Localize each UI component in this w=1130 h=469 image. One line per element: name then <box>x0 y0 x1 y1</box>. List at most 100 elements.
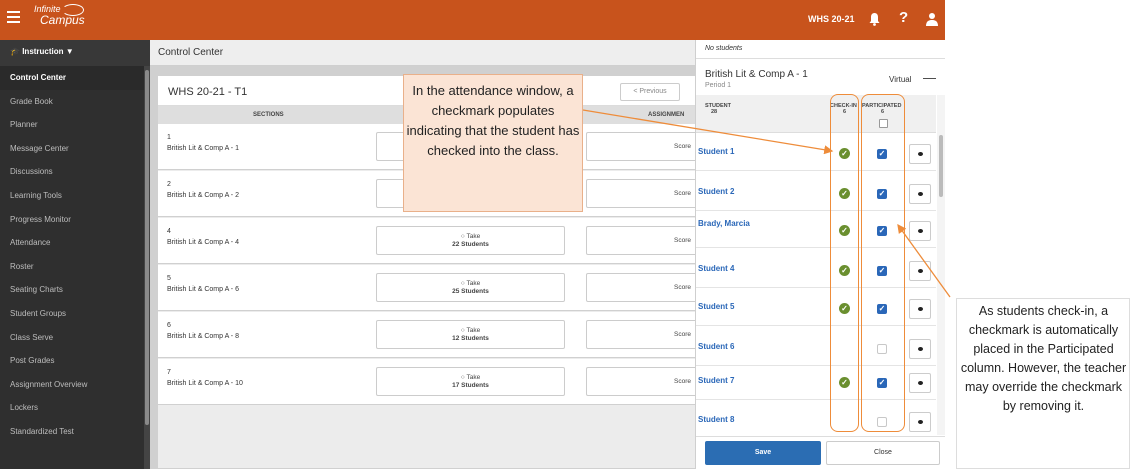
assignment-score-button[interactable]: Score <box>586 179 703 208</box>
take-attendance-button[interactable]: ○ Take 17 Students <box>376 367 565 396</box>
radio-icon: ○ <box>460 280 465 287</box>
save-button[interactable]: Save <box>705 441 821 465</box>
student-count: 17 Students <box>452 382 489 389</box>
sidebar-scroll-thumb[interactable] <box>145 70 149 425</box>
assignment-score-button[interactable]: Score <box>586 226 703 255</box>
student-name-link[interactable]: Student 4 <box>698 264 734 273</box>
section-number: 6 <box>167 322 171 329</box>
sidebar-item-assignment-overview[interactable]: Assignment Overview <box>0 373 150 397</box>
sidebar-item-control-center[interactable]: Control Center <box>0 66 150 90</box>
sidebar-item-student-groups[interactable]: Student Groups <box>0 302 150 326</box>
sidebar-item-message-center[interactable]: Message Center <box>0 137 150 161</box>
section-number: 5 <box>167 275 171 282</box>
sidebar-header-instruction[interactable]: 🎓 Instruction ▼ <box>0 40 150 66</box>
section-row[interactable]: 4 British Lit & Comp A - 4 ○ Take 22 Stu… <box>158 218 703 264</box>
assignment-score-button[interactable]: Score <box>586 320 703 349</box>
comment-icon <box>918 229 923 233</box>
assignment-score-button[interactable]: Score <box>586 132 703 161</box>
section-number: 7 <box>167 369 171 376</box>
logo-line-2: Campus <box>40 13 85 27</box>
sidebar: 🎓 Instruction ▼ Control Center Grade Boo… <box>0 40 150 469</box>
comment-button[interactable] <box>909 144 931 164</box>
comment-button[interactable] <box>909 299 931 319</box>
sidebar-item-post-grades[interactable]: Post Grades <box>0 349 150 373</box>
take-label: ○ Take <box>377 280 564 287</box>
section-name: British Lit & Comp A - 4 <box>167 239 239 246</box>
comment-button[interactable] <box>909 339 931 359</box>
score-label: Score <box>674 237 691 244</box>
comment-icon <box>918 381 923 385</box>
bell-icon[interactable] <box>868 12 881 26</box>
comment-button[interactable] <box>909 373 931 393</box>
section-row[interactable]: 6 British Lit & Comp A - 8 ○ Take 12 Stu… <box>158 312 703 358</box>
caret-down-icon: ▼ <box>65 47 74 56</box>
take-text: Take <box>466 233 481 240</box>
comment-button[interactable] <box>909 412 931 432</box>
student-name-link[interactable]: Student 8 <box>698 415 734 424</box>
sidebar-item-discussions[interactable]: Discussions <box>0 160 150 184</box>
score-label: Score <box>674 378 691 385</box>
comment-button[interactable] <box>909 261 931 281</box>
attendance-scrollbar[interactable] <box>937 95 945 435</box>
attendance-period: Period 1 <box>705 82 732 89</box>
take-attendance-button[interactable]: ○ Take 25 Students <box>376 273 565 302</box>
no-students-label: No students <box>696 40 945 59</box>
take-text: Take <box>466 327 481 334</box>
term-title: WHS 20-21 - T1 <box>168 86 248 98</box>
attendance-mode: Virtual <box>889 75 912 84</box>
comment-button[interactable] <box>909 221 931 241</box>
take-text: Take <box>466 374 481 381</box>
participated-callout: As students check-in, a checkmark is aut… <box>958 302 1129 468</box>
student-name-link[interactable]: Student 1 <box>698 147 734 156</box>
section-name: British Lit & Comp A - 1 <box>167 145 239 152</box>
student-count: 25 Students <box>452 288 489 295</box>
section-row[interactable]: 5 British Lit & Comp A - 6 ○ Take 25 Stu… <box>158 265 703 311</box>
sidebar-item-attendance[interactable]: Attendance <box>0 231 150 255</box>
sidebar-item-progress-monitor[interactable]: Progress Monitor <box>0 208 150 232</box>
take-attendance-button[interactable]: ○ Take 22 Students <box>376 226 565 255</box>
score-label: Score <box>674 284 691 291</box>
school-year-selector[interactable]: WHS 20-21 <box>808 14 855 24</box>
sidebar-item-class-serve[interactable]: Class Serve <box>0 326 150 350</box>
comment-button[interactable] <box>909 184 931 204</box>
screen: Infinite Campus WHS 20-21 ? 🎓 Instructio… <box>0 0 1130 469</box>
participated-column-highlight <box>861 94 905 432</box>
attendance-scroll-thumb[interactable] <box>939 135 943 197</box>
menu-icon[interactable] <box>7 11 20 25</box>
sidebar-item-standardized-test[interactable]: Standardized Test <box>0 420 150 444</box>
sidebar-item-lockers[interactable]: Lockers <box>0 396 150 420</box>
student-total: 28 <box>711 109 718 115</box>
student-count: 12 Students <box>452 335 489 342</box>
top-bar: Infinite Campus WHS 20-21 ? <box>0 0 945 40</box>
sidebar-item-grade-book[interactable]: Grade Book <box>0 90 150 114</box>
student-name-link[interactable]: Student 6 <box>698 342 734 351</box>
section-name: British Lit & Comp A - 10 <box>167 380 243 387</box>
take-attendance-button[interactable]: ○ Take 12 Students <box>376 320 565 349</box>
user-icon[interactable] <box>926 12 938 26</box>
score-label: Score <box>674 331 691 338</box>
close-button[interactable]: Close <box>826 441 940 465</box>
take-label: ○ Take <box>377 327 564 334</box>
sidebar-item-seating-charts[interactable]: Seating Charts <box>0 278 150 302</box>
assignment-score-button[interactable]: Score <box>586 273 703 302</box>
sidebar-item-learning-tools[interactable]: Learning Tools <box>0 184 150 208</box>
col-student: STUDENT <box>705 103 731 109</box>
page-title: Control Center <box>150 40 695 66</box>
section-name: British Lit & Comp A - 8 <box>167 333 239 340</box>
take-label: ○ Take <box>377 374 564 381</box>
help-icon[interactable]: ? <box>899 10 908 25</box>
student-name-link[interactable]: Student 5 <box>698 302 734 311</box>
sidebar-item-roster[interactable]: Roster <box>0 255 150 279</box>
section-number: 4 <box>167 228 171 235</box>
student-name-link[interactable]: Student 7 <box>698 376 734 385</box>
sidebar-item-planner[interactable]: Planner <box>0 113 150 137</box>
student-name-link[interactable]: Student 2 <box>698 187 734 196</box>
score-label: Score <box>674 143 691 150</box>
assignment-score-button[interactable]: Score <box>586 367 703 396</box>
previous-button[interactable]: < Previous <box>620 83 680 101</box>
student-name-link[interactable]: Brady, Marcia <box>698 219 750 228</box>
collapse-icon[interactable]: — <box>923 70 936 85</box>
section-row[interactable]: 7 British Lit & Comp A - 10 ○ Take 17 St… <box>158 359 703 405</box>
comment-icon <box>918 269 923 273</box>
student-count: 22 Students <box>452 241 489 248</box>
